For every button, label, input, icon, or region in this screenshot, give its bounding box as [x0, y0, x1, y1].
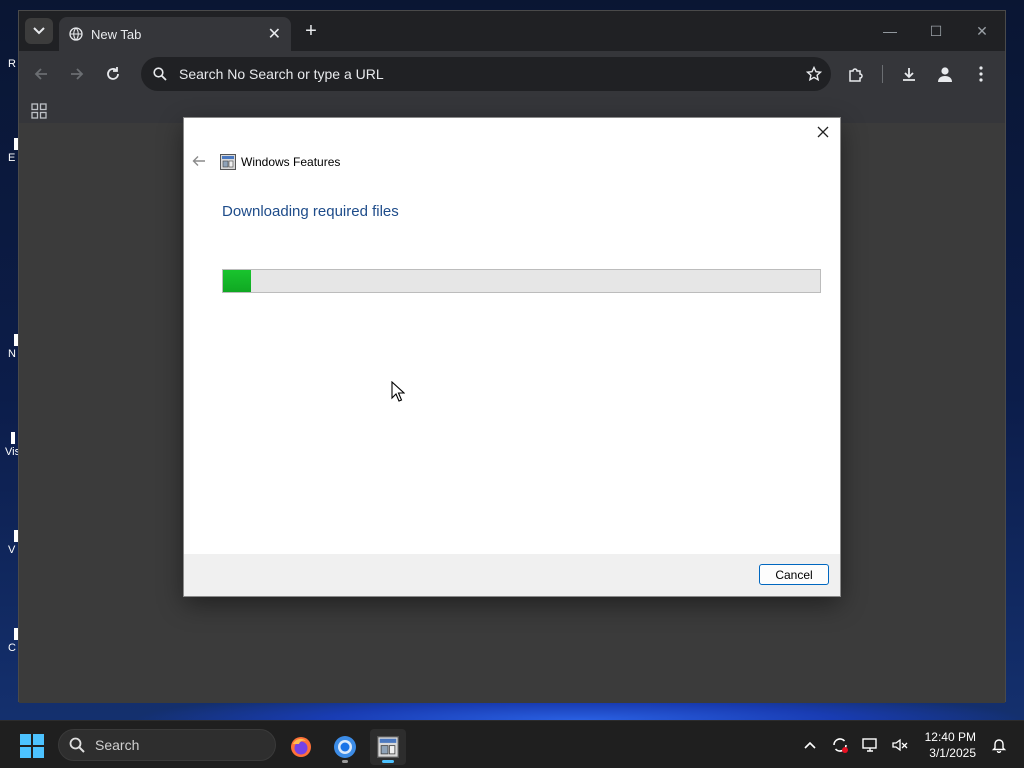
new-tab-button[interactable]: + [299, 20, 323, 43]
tab-strip: New Tab ✕ + — ☐ ✕ [19, 11, 1005, 51]
firefox-icon [291, 737, 311, 757]
windows-features-dialog: Windows Features Downloading required fi… [184, 118, 840, 596]
forward-button[interactable] [59, 56, 95, 92]
bookmark-star-icon[interactable] [797, 66, 831, 82]
minimize-button[interactable]: — [867, 11, 913, 51]
back-button[interactable] [23, 56, 59, 92]
windows-start-icon[interactable] [20, 734, 44, 758]
sync-status-button[interactable] [825, 730, 855, 760]
kebab-menu-icon [979, 66, 983, 82]
taskbar-windows-features[interactable] [370, 729, 406, 765]
profile-button[interactable] [927, 56, 963, 92]
reload-button[interactable] [95, 56, 131, 92]
desktop-icon-label: C [8, 642, 16, 654]
menu-button[interactable] [963, 56, 999, 92]
bell-icon [991, 739, 1007, 753]
notifications-button[interactable] [984, 730, 1014, 760]
browser-toolbar: Search No Search or type a URL [19, 51, 1005, 97]
chevron-up-icon [804, 741, 816, 749]
downloads-button[interactable] [891, 56, 927, 92]
tab-close-icon[interactable]: ✕ [268, 24, 281, 44]
taskbar-search[interactable]: Search [58, 729, 276, 761]
show-hidden-icons-button[interactable] [795, 730, 825, 760]
dialog-close-button[interactable] [814, 123, 832, 141]
windows-features-icon [220, 154, 236, 170]
cancel-button[interactable]: Cancel [759, 564, 829, 585]
windows-features-icon [377, 736, 399, 758]
globe-icon [69, 27, 83, 41]
chrome-icon [334, 736, 356, 758]
desktop-icon-label: R [8, 58, 16, 70]
dialog-heading: Downloading required files [222, 203, 399, 220]
download-progress-bar [222, 269, 821, 293]
dialog-back-button[interactable] [192, 154, 206, 172]
reload-icon [107, 67, 119, 80]
taskbar-search-label: Search [95, 737, 140, 753]
close-window-button[interactable]: ✕ [959, 11, 1005, 51]
apps-grid-icon[interactable] [31, 103, 47, 119]
chevron-down-icon [33, 27, 45, 35]
extensions-button[interactable] [838, 56, 874, 92]
address-bar[interactable]: Search No Search or type a URL [141, 57, 831, 91]
tab-new-tab[interactable]: New Tab ✕ [59, 17, 291, 51]
clock-time: 12:40 PM [924, 730, 976, 744]
dialog-title: Windows Features [241, 155, 341, 169]
clock[interactable]: 12:40 PM 3/1/2025 [925, 729, 976, 761]
network-button[interactable] [855, 730, 885, 760]
desktop-icon-label: V [8, 544, 16, 556]
download-icon [903, 68, 915, 81]
maximize-button[interactable]: ☐ [913, 11, 959, 51]
system-tray: 12:40 PM 3/1/2025 [795, 721, 1024, 768]
arrow-left-icon [192, 156, 205, 166]
progress-fill [223, 270, 252, 292]
taskbar-firefox[interactable] [283, 729, 319, 765]
active-indicator [382, 760, 394, 763]
taskbar: Search 12:40 PM 3/1/2025 [0, 720, 1024, 768]
running-indicator [342, 760, 348, 763]
profile-icon [938, 67, 952, 82]
network-icon [861, 738, 877, 752]
speaker-muted-icon [891, 738, 908, 752]
search-icon [153, 67, 167, 81]
sync-icon [832, 738, 848, 753]
arrow-right-icon [71, 68, 84, 80]
address-bar-text: Search No Search or type a URL [179, 66, 384, 82]
volume-button[interactable] [885, 730, 915, 760]
desktop-icon-label: N [8, 348, 16, 360]
tab-search-button[interactable] [25, 18, 53, 44]
desktop-icon-label: E [8, 152, 16, 164]
clock-date: 3/1/2025 [929, 746, 976, 760]
mouse-cursor-icon [391, 381, 405, 402]
close-icon [817, 126, 829, 138]
dialog-footer: Cancel [184, 554, 840, 596]
taskbar-chrome[interactable] [327, 729, 363, 765]
search-icon [69, 737, 85, 753]
tab-title: New Tab [91, 26, 142, 42]
arrow-left-icon [34, 68, 47, 80]
puzzle-icon [849, 68, 863, 82]
toolbar-divider [882, 65, 883, 83]
